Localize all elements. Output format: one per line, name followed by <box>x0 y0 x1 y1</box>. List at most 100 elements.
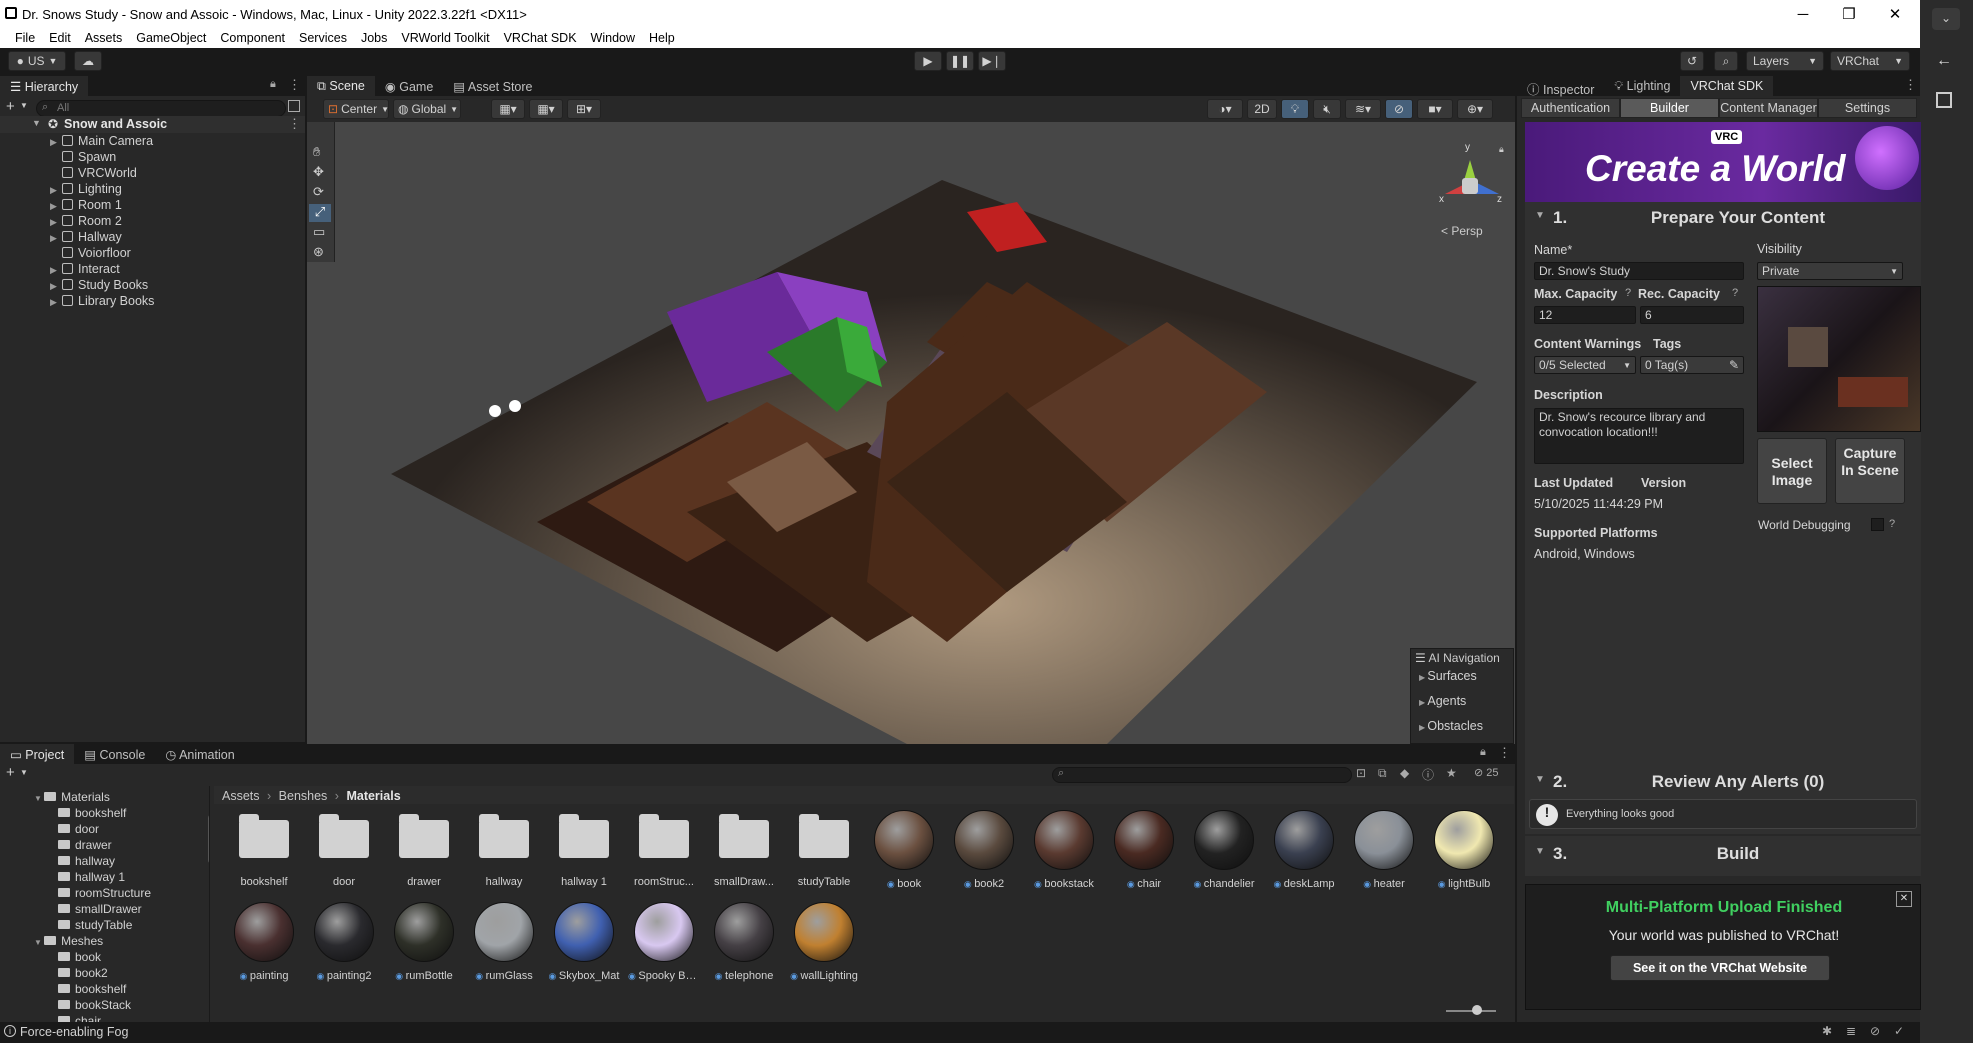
content-warnings-dropdown[interactable]: 0/5 Selected ▼ <box>1534 356 1636 374</box>
minimize-button[interactable]: ─ <box>1780 0 1826 28</box>
folder-asset[interactable]: smallDraw... <box>708 808 780 888</box>
menu-component[interactable]: Component <box>213 28 292 48</box>
material-asset[interactable]: ◉ rumGlass <box>468 900 540 982</box>
hidden-count[interactable]: ⊘ 25 <box>1474 766 1499 779</box>
chevron-right-icon[interactable]: ▶ <box>50 137 62 148</box>
tab-console[interactable]: ▤ Console <box>74 744 155 764</box>
folder-asset[interactable]: drawer <box>388 808 460 888</box>
hierarchy-item[interactable]: ▶ Study Books <box>50 278 148 292</box>
move-tool-icon[interactable]: ✥ <box>313 164 324 180</box>
layout-dropdown[interactable]: VRChat ▼ <box>1830 51 1910 71</box>
material-asset[interactable]: ◉ book2 <box>948 808 1020 890</box>
rec-capacity-field[interactable]: 6 <box>1640 306 1744 324</box>
menu-window[interactable]: Window <box>584 28 642 48</box>
project-tree-item[interactable]: roomStructure <box>58 886 151 900</box>
grid-snap-icon[interactable]: ▦▾ <box>491 99 525 119</box>
info-icon[interactable]: ⓘ <box>1422 766 1434 783</box>
rotate-tool-icon[interactable]: ⟳ <box>313 184 324 200</box>
hierarchy-item[interactable]: Spawn <box>50 150 116 164</box>
profiler-icon[interactable]: ⊘ <box>1870 1024 1880 1038</box>
back-arrow-icon[interactable]: ← <box>1936 52 1952 70</box>
increment-snap-icon[interactable]: ⊞▾ <box>567 99 601 119</box>
layers-stack-icon[interactable]: ≣ <box>1846 1024 1856 1038</box>
chevron-down-icon[interactable]: ⌄ <box>1932 8 1960 30</box>
hierarchy-item[interactable]: ▶ Interact <box>50 262 120 276</box>
folder-asset[interactable]: bookshelf <box>228 808 300 888</box>
tab-lighting[interactable]: 💡︎ Lighting <box>1604 76 1680 96</box>
help-icon[interactable]: ? <box>1732 287 1738 299</box>
project-tree-item[interactable]: bookshelf <box>58 982 126 996</box>
more-icon[interactable]: ⋮ <box>1904 77 1917 93</box>
orientation-gizmo[interactable]: y x z 🔒︎ < Persp <box>1437 132 1507 238</box>
hierarchy-item[interactable]: ▶ Room 1 <box>50 198 122 212</box>
see-vrchat-website-button[interactable]: See it on the VRChat Website <box>1610 955 1830 981</box>
sdk-tab-authentication[interactable]: Authentication <box>1521 98 1620 118</box>
hierarchy-item[interactable]: ▶ Room 2 <box>50 214 122 228</box>
tab-animation[interactable]: ◷ Animation <box>155 744 244 764</box>
capture-in-scene-button[interactable]: Capture In Scene <box>1835 438 1905 504</box>
project-tree-item[interactable]: book <box>58 950 101 964</box>
material-asset[interactable]: ◉ chandelier <box>1188 808 1260 890</box>
visibility-dropdown[interactable]: Private ▼ <box>1757 262 1903 280</box>
audio-toggle-icon[interactable]: 🔇︎ <box>1313 99 1341 119</box>
debug-icon[interactable]: ✱ <box>1822 1024 1832 1038</box>
project-tree-item[interactable]: hallway 1 <box>58 870 125 884</box>
more-icon[interactable]: ⋮ <box>288 116 301 132</box>
chevron-right-icon[interactable]: ▶ <box>50 217 62 228</box>
grid-visibility-icon[interactable]: ▦▾ <box>529 99 563 119</box>
search-icon[interactable]: ⌕ <box>1714 51 1738 71</box>
chevron-right-icon[interactable]: ▶ <box>50 297 62 308</box>
rect-tool-icon[interactable]: ▭ <box>313 224 325 240</box>
project-tree-item[interactable]: bookStack <box>58 998 131 1012</box>
transform-tool-icon[interactable]: ⊛ <box>313 244 324 260</box>
lighting-toggle-icon[interactable]: 💡︎ <box>1281 99 1309 119</box>
zoom-slider[interactable] <box>1446 1010 1496 1012</box>
check-icon[interactable]: ✓ <box>1894 1024 1904 1038</box>
tab-inspector[interactable]: ⓘ Inspector <box>1517 76 1604 97</box>
grid-icon[interactable] <box>1936 92 1952 108</box>
tree-scrollbar[interactable] <box>208 814 209 864</box>
material-asset[interactable]: ◉ Spooky Bu... <box>628 900 700 982</box>
chevron-down-icon[interactable]: ▼ <box>20 101 28 110</box>
project-tree-item[interactable]: smallDrawer <box>58 902 142 916</box>
menu-file[interactable]: File <box>8 28 42 48</box>
chevron-right-icon[interactable]: ▶ <box>50 233 62 244</box>
project-tree-item[interactable]: book2 <box>58 966 108 980</box>
space-dropdown[interactable]: ◍ Global ▼ <box>393 99 461 119</box>
project-tree-item[interactable]: bookshelf <box>58 806 126 820</box>
breadcrumb-benshes[interactable]: Benshes <box>279 789 328 803</box>
menu-vrchat-sdk[interactable]: VRChat SDK <box>497 28 584 48</box>
hierarchy-item[interactable]: ▶ Main Camera <box>50 134 153 148</box>
sdk-tab-settings[interactable]: Settings <box>1818 98 1917 118</box>
material-asset[interactable]: ◉ lightBulb <box>1428 808 1500 890</box>
description-field[interactable]: Dr. Snow's recource library and convocat… <box>1534 408 1744 464</box>
material-asset[interactable]: ◉ book <box>868 808 940 890</box>
account-dropdown[interactable]: ● US ▼ <box>8 51 66 71</box>
ai-nav-agents[interactable]: ▶ Agents <box>1419 694 1466 708</box>
project-tree-item[interactable]: chair <box>58 1014 101 1022</box>
material-asset[interactable]: ◉ painting <box>228 900 300 982</box>
scene-viewport[interactable]: ✋︎ ✥ ⟳ ⤢ ▭ ⊛ y x z 🔒︎ < Persp ☰ AI Navig… <box>307 122 1515 744</box>
tab-asset-store[interactable]: ▤ Asset Store <box>443 76 542 96</box>
project-tree-item[interactable]: drawer <box>58 838 112 852</box>
chevron-right-icon[interactable]: ▶ <box>50 185 62 196</box>
menu-gameobject[interactable]: GameObject <box>129 28 213 48</box>
lock-icon[interactable]: 🔒︎ <box>1480 746 1486 759</box>
2d-toggle[interactable]: 2D <box>1247 99 1277 119</box>
cloud-icon[interactable]: ☁ <box>74 51 102 71</box>
material-asset[interactable]: ◉ painting2 <box>308 900 380 982</box>
scale-tool-icon[interactable]: ⤢ <box>309 204 331 222</box>
material-asset[interactable]: ◉ bookstack <box>1028 808 1100 890</box>
label-icon[interactable]: ◆ <box>1400 766 1409 780</box>
scene-view-icon[interactable] <box>288 100 300 112</box>
tab-vrchat-sdk[interactable]: VRChat SDK <box>1680 76 1774 96</box>
world-debugging-checkbox[interactable] <box>1871 518 1884 531</box>
camera-icon[interactable]: ■▾ <box>1417 99 1453 119</box>
sdk-tab-builder[interactable]: Builder <box>1620 98 1719 118</box>
folder-asset[interactable]: hallway 1 <box>548 808 620 888</box>
tab-project[interactable]: ▭ Project <box>0 744 75 764</box>
project-tree-item[interactable]: studyTable <box>58 918 132 932</box>
gizmos-icon[interactable]: ⊕▾ <box>1457 99 1493 119</box>
material-asset[interactable]: ◉ rumBottle <box>388 900 460 982</box>
hierarchy-item[interactable]: ▶ Lighting <box>50 182 122 196</box>
